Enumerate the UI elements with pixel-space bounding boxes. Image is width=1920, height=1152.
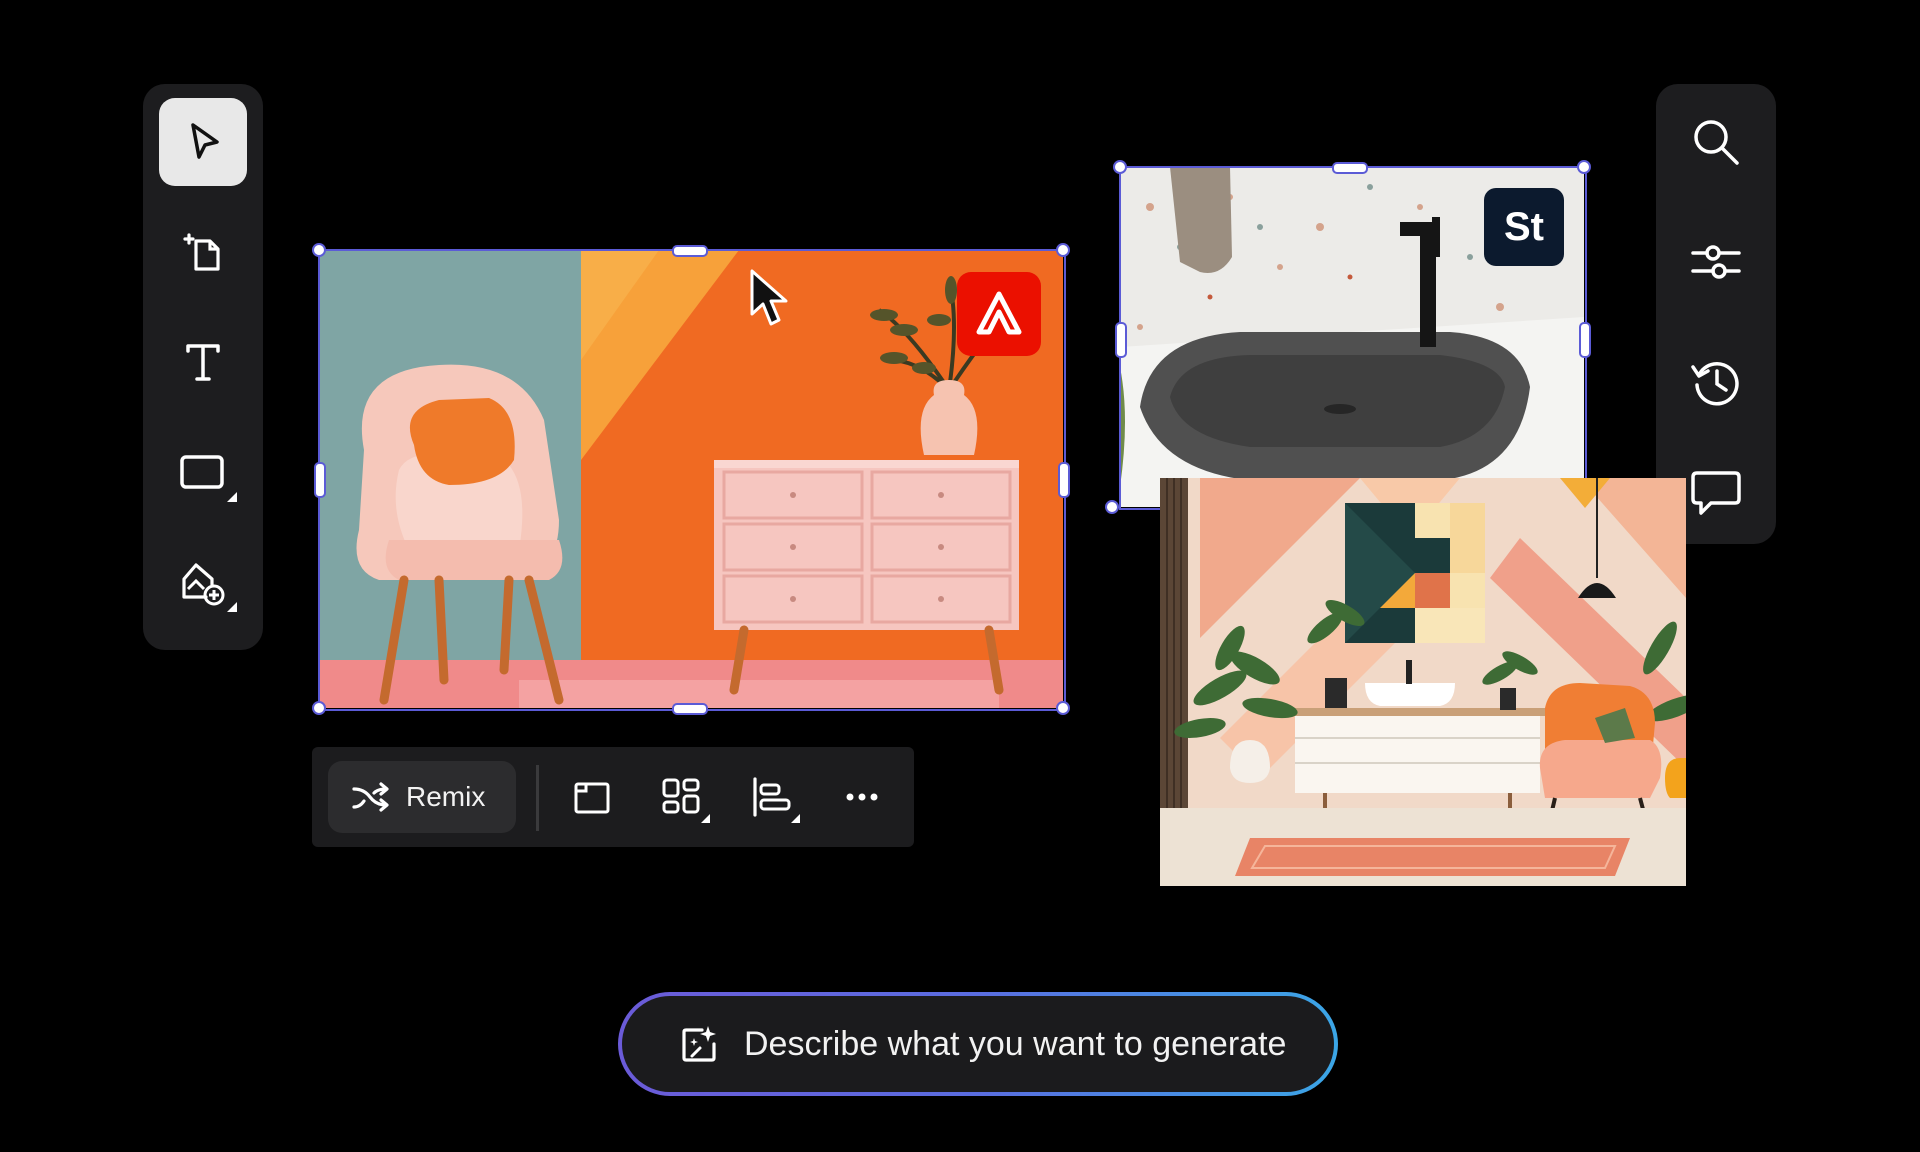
shape-tool[interactable] bbox=[159, 428, 247, 516]
add-page-tool[interactable] bbox=[159, 208, 247, 296]
resize-handle-top-left[interactable] bbox=[312, 243, 326, 257]
submenu-indicator bbox=[701, 814, 710, 823]
submenu-indicator bbox=[227, 492, 237, 502]
align-left-icon bbox=[753, 777, 791, 817]
crop-button[interactable] bbox=[560, 765, 624, 829]
secondary-handle-top-right[interactable] bbox=[1577, 160, 1591, 174]
contextual-toolbar: Remix bbox=[312, 747, 914, 847]
history-icon bbox=[1691, 362, 1739, 406]
generative-ai-icon bbox=[682, 1026, 716, 1062]
right-toolbar bbox=[1656, 84, 1776, 544]
adobe-express-badge bbox=[957, 272, 1041, 356]
history-tool[interactable] bbox=[1672, 338, 1760, 426]
search-tool[interactable] bbox=[1672, 98, 1760, 186]
resize-handle-bottom[interactable] bbox=[672, 703, 708, 715]
generate-prompt-input[interactable]: Describe what you want to generate bbox=[622, 996, 1334, 1092]
select-tool[interactable] bbox=[159, 98, 247, 186]
secondary-handle-left[interactable] bbox=[1115, 322, 1127, 358]
generate-prompt-bar[interactable]: Describe what you want to generate bbox=[618, 992, 1338, 1096]
more-button[interactable] bbox=[830, 765, 894, 829]
text-icon bbox=[186, 344, 220, 381]
text-tool[interactable] bbox=[159, 318, 247, 406]
rectangle-icon bbox=[180, 455, 224, 489]
submenu-indicator bbox=[227, 602, 237, 612]
toolbar-divider bbox=[536, 765, 539, 831]
submenu-indicator bbox=[791, 814, 800, 823]
left-toolbar bbox=[143, 84, 263, 650]
secondary-handle-top-left[interactable] bbox=[1113, 160, 1127, 174]
adobe-express-logo-icon bbox=[976, 291, 1022, 335]
align-button[interactable] bbox=[740, 765, 804, 829]
remix-label: Remix bbox=[406, 781, 486, 812]
living-room-image[interactable] bbox=[319, 250, 1063, 708]
resize-handle-top-right[interactable] bbox=[1056, 243, 1070, 257]
secondary-handle-right[interactable] bbox=[1579, 322, 1591, 358]
grid-icon bbox=[662, 778, 700, 814]
more-icon bbox=[846, 793, 878, 801]
resize-handle-right[interactable] bbox=[1058, 462, 1070, 498]
adobe-stock-badge: St bbox=[1484, 188, 1564, 266]
layout-button[interactable] bbox=[650, 765, 714, 829]
add-image-tool[interactable] bbox=[159, 538, 247, 626]
remix-icon bbox=[352, 782, 389, 812]
bathroom-image[interactable] bbox=[1160, 478, 1686, 886]
secondary-handle-top[interactable] bbox=[1332, 162, 1368, 174]
resize-handle-bottom-right[interactable] bbox=[1056, 701, 1070, 715]
secondary-handle-bottom-left[interactable] bbox=[1105, 500, 1119, 514]
mouse-cursor-icon bbox=[750, 269, 788, 326]
add-page-icon bbox=[183, 233, 220, 271]
search-icon bbox=[1694, 120, 1739, 165]
remix-button[interactable]: Remix bbox=[328, 761, 516, 833]
prompt-placeholder: Describe what you want to generate bbox=[744, 1024, 1287, 1063]
living-room-illustration bbox=[319, 250, 1063, 708]
bathroom-illustration bbox=[1160, 478, 1686, 886]
frame-icon bbox=[574, 782, 610, 814]
stock-badge-label: St bbox=[1504, 204, 1544, 249]
resize-handle-top[interactable] bbox=[672, 245, 708, 257]
resize-handle-bottom-left[interactable] bbox=[312, 701, 326, 715]
pointer-icon bbox=[191, 123, 219, 159]
sliders-icon bbox=[1691, 245, 1741, 279]
adjust-tool[interactable] bbox=[1672, 218, 1760, 306]
add-image-icon bbox=[182, 563, 225, 606]
resize-handle-left[interactable] bbox=[314, 462, 326, 498]
comment-icon bbox=[1691, 471, 1741, 515]
